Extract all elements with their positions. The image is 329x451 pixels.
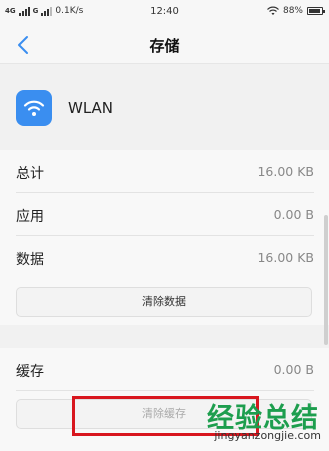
row-label: 应用 bbox=[16, 209, 44, 225]
scrollbar[interactable] bbox=[324, 215, 328, 345]
storage-card: 总计 16.00 KB 应用 0.00 B 数据 16.00 KB 清除数据 bbox=[0, 150, 329, 325]
storage-row-total: 总计 16.00 KB bbox=[0, 150, 329, 192]
cache-row: 缓存 0.00 B bbox=[0, 348, 329, 390]
wifi-status-icon bbox=[267, 6, 279, 15]
row-label: 总计 bbox=[16, 166, 44, 182]
row-label: 数据 bbox=[16, 252, 44, 268]
divider bbox=[16, 390, 314, 391]
storage-screen: 4G G 0.1K/s 12:40 88% 存储 WLAN 总计 16.00 K… bbox=[0, 0, 329, 451]
battery-percent: 88% bbox=[282, 6, 303, 16]
row-value: 16.00 KB bbox=[257, 250, 314, 265]
status-right: 88% bbox=[267, 6, 325, 16]
row-value: 0.00 B bbox=[273, 207, 314, 222]
row-value: 16.00 KB bbox=[257, 164, 314, 179]
watermark-url: jingyanzongjie.com bbox=[214, 429, 321, 442]
row-value: 0.00 B bbox=[273, 362, 314, 377]
battery-icon bbox=[307, 7, 325, 15]
clear-data-button[interactable]: 清除数据 bbox=[16, 287, 312, 317]
app-header: WLAN bbox=[0, 78, 329, 138]
status-bar: 4G G 0.1K/s 12:40 88% bbox=[0, 0, 329, 26]
title-bar: 存储 bbox=[0, 26, 329, 64]
app-name: WLAN bbox=[68, 99, 114, 117]
page-title: 存储 bbox=[149, 37, 180, 55]
storage-row-data: 数据 16.00 KB bbox=[0, 236, 329, 278]
row-label: 缓存 bbox=[16, 364, 44, 380]
storage-row-apps: 应用 0.00 B bbox=[0, 193, 329, 235]
watermark: 经验总结 jingyanzongjie.com bbox=[172, 394, 329, 451]
wifi-icon bbox=[16, 90, 52, 126]
